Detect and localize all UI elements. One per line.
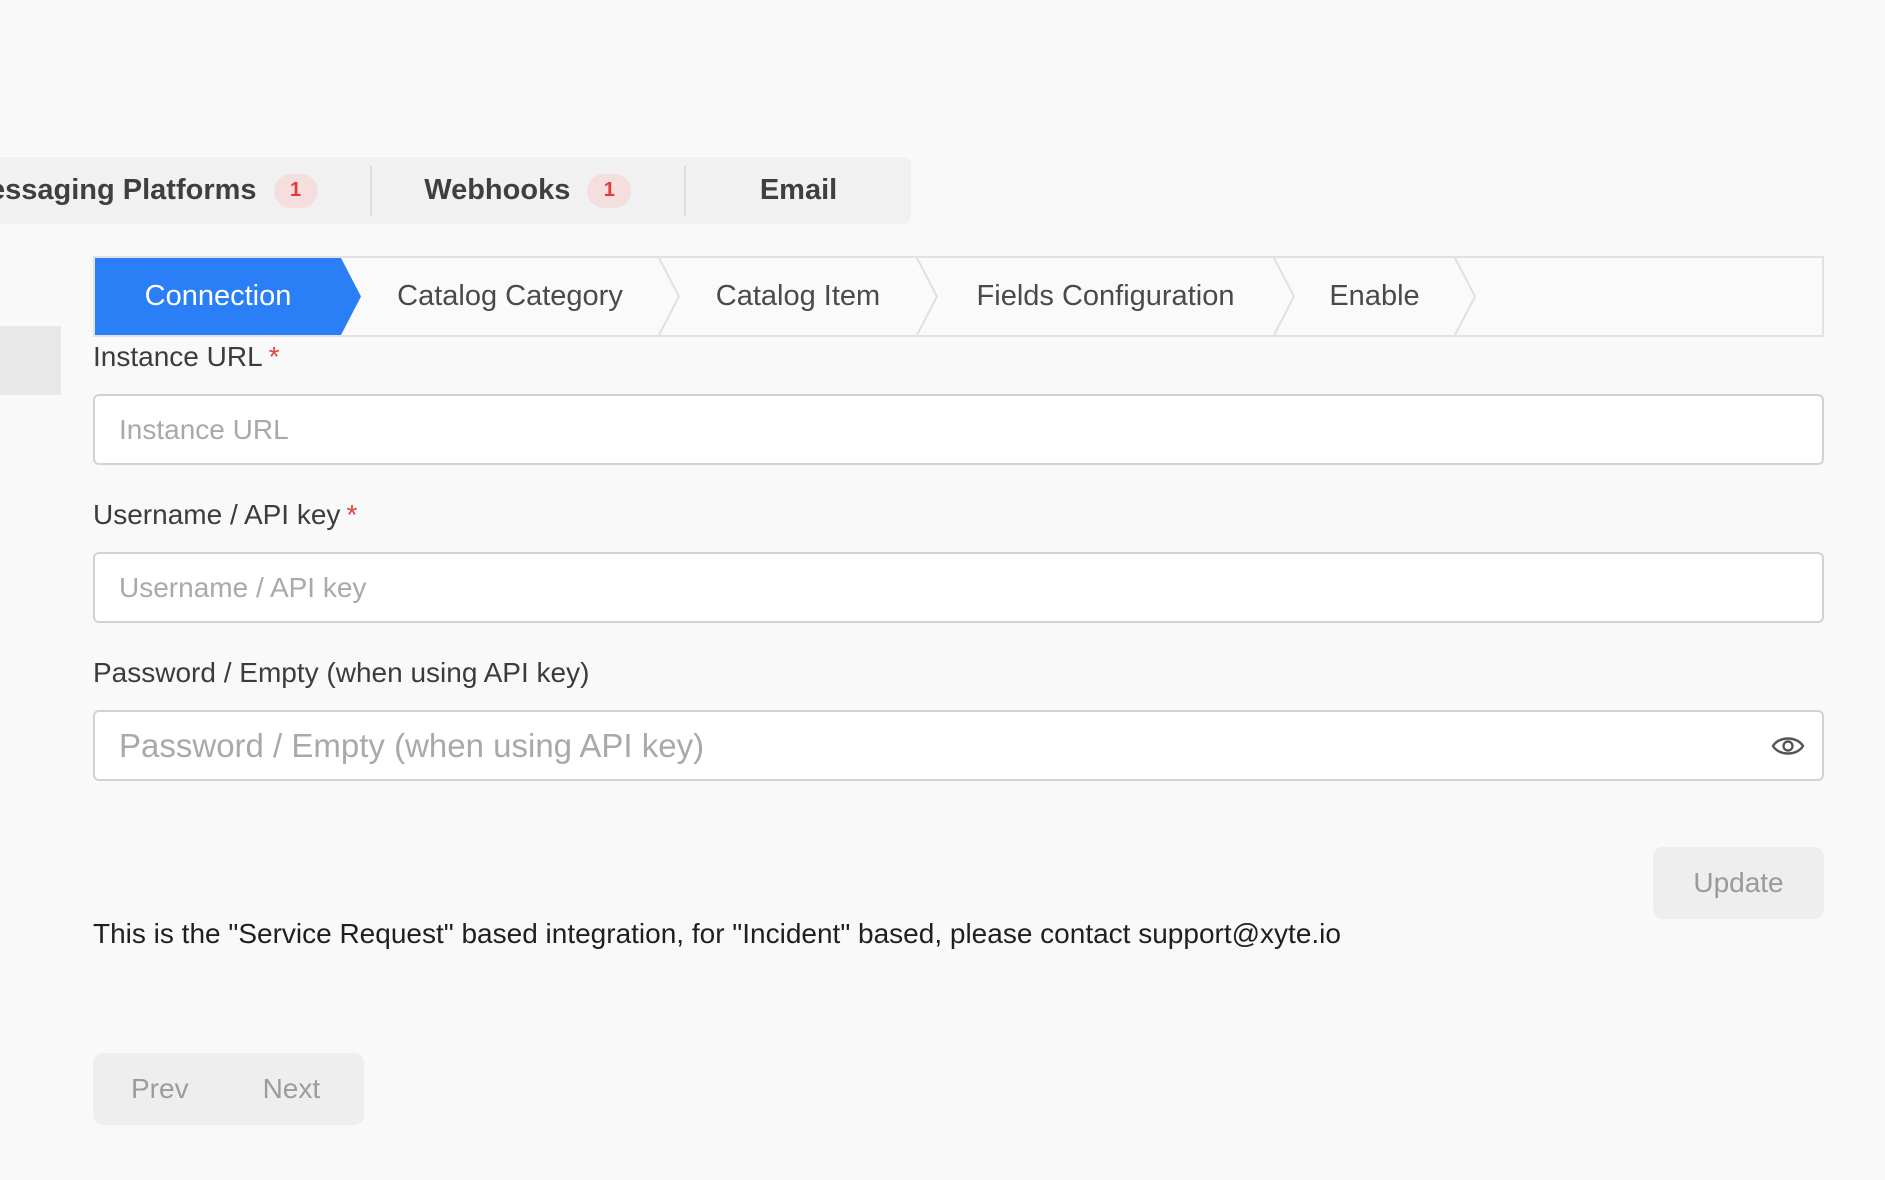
label-text: Username / API key xyxy=(93,499,341,530)
instance-url-label: Instance URL * xyxy=(93,341,280,373)
instance-url-input[interactable] xyxy=(93,394,1824,465)
eye-icon[interactable] xyxy=(1771,732,1805,760)
step-label: Catalog Category xyxy=(397,280,623,312)
step-label: Fields Configuration xyxy=(976,280,1235,312)
step-catalog-category[interactable]: Catalog Category xyxy=(361,258,659,335)
step-separator xyxy=(916,258,939,335)
label-text: Instance URL xyxy=(93,341,263,372)
wizard-pager: Prev Next xyxy=(93,1053,364,1125)
tab-label: Email xyxy=(759,174,838,206)
count-badge: 1 xyxy=(587,173,632,208)
tab-messaging-platforms[interactable]: essaging Platforms 1 xyxy=(0,157,370,224)
step-separator xyxy=(1454,258,1477,335)
required-asterisk: * xyxy=(268,341,280,372)
next-button[interactable]: Next xyxy=(263,1073,321,1105)
step-enable[interactable]: Enable xyxy=(1294,258,1455,335)
integration-info-text: This is the "Service Request" based inte… xyxy=(93,918,1341,949)
step-separator xyxy=(1273,258,1296,335)
step-separator xyxy=(658,258,681,335)
step-label: Catalog Item xyxy=(715,280,881,312)
password-input[interactable] xyxy=(93,710,1824,781)
username-input[interactable] xyxy=(93,552,1824,623)
sidebar-item-selected[interactable] xyxy=(0,326,61,395)
label-text: Password / Empty (when using API key) xyxy=(93,657,590,688)
tab-webhooks[interactable]: Webhooks 1 xyxy=(372,157,685,224)
integration-tabs: essaging Platforms 1 Webhooks 1 Email xyxy=(0,157,911,224)
username-label: Username / API key * xyxy=(93,499,357,531)
step-label: Connection xyxy=(144,280,292,312)
step-fields-configuration[interactable]: Fields Configuration xyxy=(937,258,1274,335)
prev-button[interactable]: Prev xyxy=(131,1073,189,1105)
required-asterisk: * xyxy=(346,499,358,530)
wizard-steps: Connection Catalog Category Catalog Item… xyxy=(93,256,1824,337)
update-button[interactable]: Update xyxy=(1653,847,1824,919)
step-connection[interactable]: Connection xyxy=(95,258,341,335)
tab-label: essaging Platforms xyxy=(0,174,257,206)
count-badge: 1 xyxy=(273,173,318,208)
step-label: Enable xyxy=(1329,280,1420,312)
step-catalog-item[interactable]: Catalog Item xyxy=(679,258,917,335)
tab-email[interactable]: Email xyxy=(686,157,911,224)
tab-label: Webhooks xyxy=(424,174,571,206)
password-label: Password / Empty (when using API key) xyxy=(93,657,589,689)
